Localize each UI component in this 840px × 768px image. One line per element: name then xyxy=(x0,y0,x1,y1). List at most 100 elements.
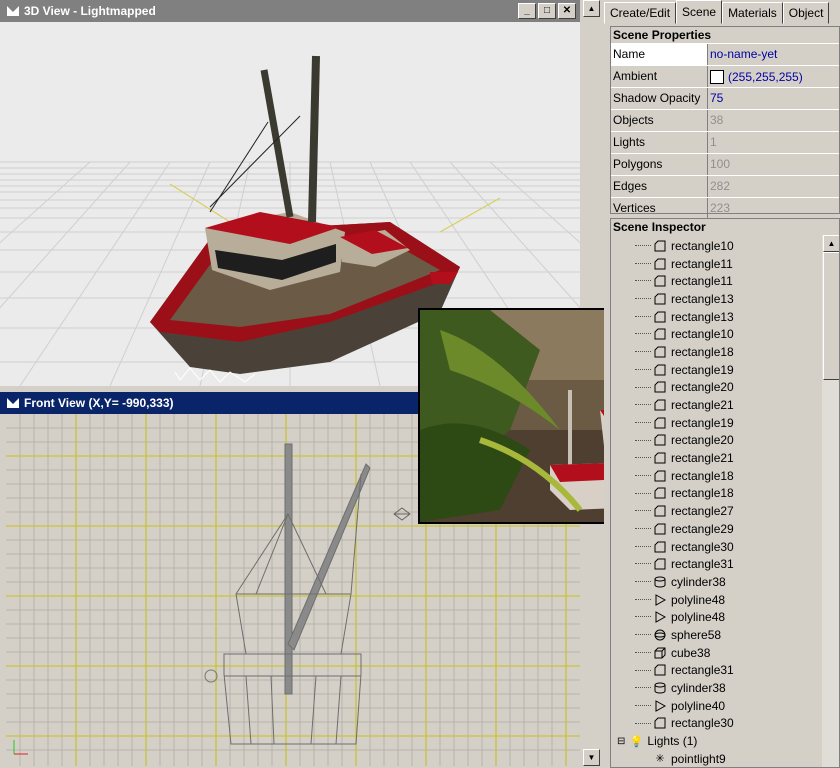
property-label: Objects xyxy=(611,110,708,131)
list-item[interactable]: rectangle11 xyxy=(611,255,821,273)
rectangle-icon xyxy=(653,434,667,446)
rectangle-icon xyxy=(653,558,667,570)
maximize-button[interactable]: □ xyxy=(538,3,556,19)
list-item[interactable]: polyline40 xyxy=(611,697,821,715)
property-row-name[interactable]: Name no-name-yet xyxy=(611,43,839,65)
rectangle-icon xyxy=(653,381,667,393)
scroll-up-button[interactable]: ▲ xyxy=(823,235,839,252)
tab-create-edit[interactable]: Create/Edit xyxy=(604,2,677,24)
minimize-button[interactable]: _ xyxy=(518,3,536,19)
property-row-shadow-opacity[interactable]: Shadow Opacity 75 xyxy=(611,87,839,109)
rectangle-icon xyxy=(653,328,667,340)
tree-connector xyxy=(635,439,651,441)
window-icon xyxy=(6,396,20,410)
list-item-label: rectangle11 xyxy=(671,274,733,289)
tree-connector xyxy=(635,333,651,335)
lightbulb-icon: 💡 xyxy=(629,735,644,748)
list-item[interactable]: sphere58 xyxy=(611,626,821,644)
tree-connector xyxy=(635,421,651,423)
list-item[interactable]: cube38 xyxy=(611,644,821,662)
tab-materials[interactable]: Materials xyxy=(722,2,783,24)
tree-connector xyxy=(635,722,651,724)
scroll-down-button[interactable]: ▼ xyxy=(583,749,600,766)
list-item[interactable]: rectangle30 xyxy=(611,538,821,556)
list-item[interactable]: rectangle10 xyxy=(611,325,821,343)
list-item[interactable]: rectangle13 xyxy=(611,290,821,308)
scene-inspector: Scene Inspector rectangle10 rectangle11 re… xyxy=(610,218,840,768)
window-icon xyxy=(6,4,20,18)
list-item[interactable]: rectangle13 xyxy=(611,308,821,326)
rectangle-icon xyxy=(653,417,667,429)
list-item[interactable]: rectangle18 xyxy=(611,343,821,361)
rectangle-icon xyxy=(653,664,667,676)
list-item-label: rectangle18 xyxy=(671,344,734,359)
shadow-opacity-field[interactable]: 75 xyxy=(708,88,839,109)
tree-connector xyxy=(635,404,651,406)
color-swatch[interactable] xyxy=(710,69,724,84)
close-button[interactable]: ✕ xyxy=(558,3,576,19)
name-field[interactable]: no-name-yet xyxy=(708,44,839,65)
cube-icon xyxy=(653,647,667,659)
list-item[interactable]: rectangle10 xyxy=(611,237,821,255)
tree-connector xyxy=(635,598,651,600)
list-item-label: rectangle21 xyxy=(671,398,734,413)
rectangle-icon xyxy=(653,487,667,499)
list-item[interactable]: cylinder38 xyxy=(611,573,821,591)
inspector-tree[interactable]: rectangle10 rectangle11 rectangle11 rectang… xyxy=(611,237,821,767)
collapse-icon[interactable]: ⊟ xyxy=(617,736,625,747)
rectangle-icon xyxy=(653,541,667,553)
list-item-label: rectangle31 xyxy=(671,557,734,572)
scroll-thumb[interactable] xyxy=(823,252,839,380)
ambient-field[interactable]: (255,255,255) xyxy=(708,66,839,87)
list-item[interactable]: ✳ pointlight9 xyxy=(611,750,821,767)
polyline-icon xyxy=(653,611,667,624)
rectangle-icon xyxy=(653,364,667,376)
list-item[interactable]: rectangle27 xyxy=(611,502,821,520)
property-row-objects: Objects 38 xyxy=(611,109,839,131)
tree-connector xyxy=(635,351,651,353)
scroll-up-button[interactable]: ▲ xyxy=(583,0,600,17)
inspector-scrollbar[interactable]: ▲ xyxy=(822,235,839,767)
tree-connector xyxy=(635,687,651,689)
list-item[interactable]: rectangle31 xyxy=(611,555,821,573)
list-item[interactable]: rectangle19 xyxy=(611,361,821,379)
list-item[interactable]: rectangle19 xyxy=(611,414,821,432)
tree-connector xyxy=(635,545,651,547)
rectangle-icon xyxy=(653,470,667,482)
property-label: Edges xyxy=(611,176,708,197)
list-item-label: rectangle27 xyxy=(671,504,734,519)
list-item[interactable]: rectangle21 xyxy=(611,396,821,414)
list-item[interactable]: rectangle18 xyxy=(611,467,821,485)
list-item[interactable]: rectangle21 xyxy=(611,449,821,467)
property-label: Shadow Opacity xyxy=(611,88,708,109)
list-item-label: polyline40 xyxy=(671,698,726,713)
list-item-label: sphere58 xyxy=(671,627,722,642)
list-item[interactable]: cylinder38 xyxy=(611,679,821,697)
list-item[interactable]: rectangle31 xyxy=(611,662,821,680)
list-item[interactable]: polyline48 xyxy=(611,608,821,626)
tab-object[interactable]: Object xyxy=(782,2,830,24)
property-label: Ambient xyxy=(611,66,708,87)
list-item[interactable]: polyline48 xyxy=(611,591,821,609)
list-item[interactable]: rectangle30 xyxy=(611,715,821,733)
list-item[interactable]: rectangle29 xyxy=(611,520,821,538)
property-row-ambient[interactable]: Ambient (255,255,255) xyxy=(611,65,839,87)
list-item-label: rectangle20 xyxy=(671,380,734,395)
list-item[interactable]: rectangle20 xyxy=(611,432,821,450)
3d-view-titlebar[interactable]: 3D View - Lightmapped _ □ ✕ xyxy=(0,0,580,22)
property-row-vertices: Vertices 223 xyxy=(611,197,839,219)
list-item-label: rectangle10 xyxy=(671,238,734,253)
list-item[interactable]: rectangle18 xyxy=(611,485,821,503)
properties-panel: Create/Edit Scene Materials Object Scene… xyxy=(604,0,840,768)
edges-value: 282 xyxy=(710,179,731,193)
tab-scene[interactable]: Scene xyxy=(676,0,723,24)
lights-group-label: Lights (1) xyxy=(647,734,698,749)
list-item[interactable]: rectangle20 xyxy=(611,379,821,397)
tree-group-lights[interactable]: ⊟ 💡 Lights (1) xyxy=(611,732,821,750)
scene-properties-title: Scene Properties xyxy=(613,28,712,42)
property-label: Vertices xyxy=(611,198,708,219)
list-item-label: rectangle18 xyxy=(671,468,734,483)
list-item[interactable]: rectangle11 xyxy=(611,272,821,290)
tree-connector xyxy=(635,368,651,370)
tree-connector xyxy=(635,298,651,300)
